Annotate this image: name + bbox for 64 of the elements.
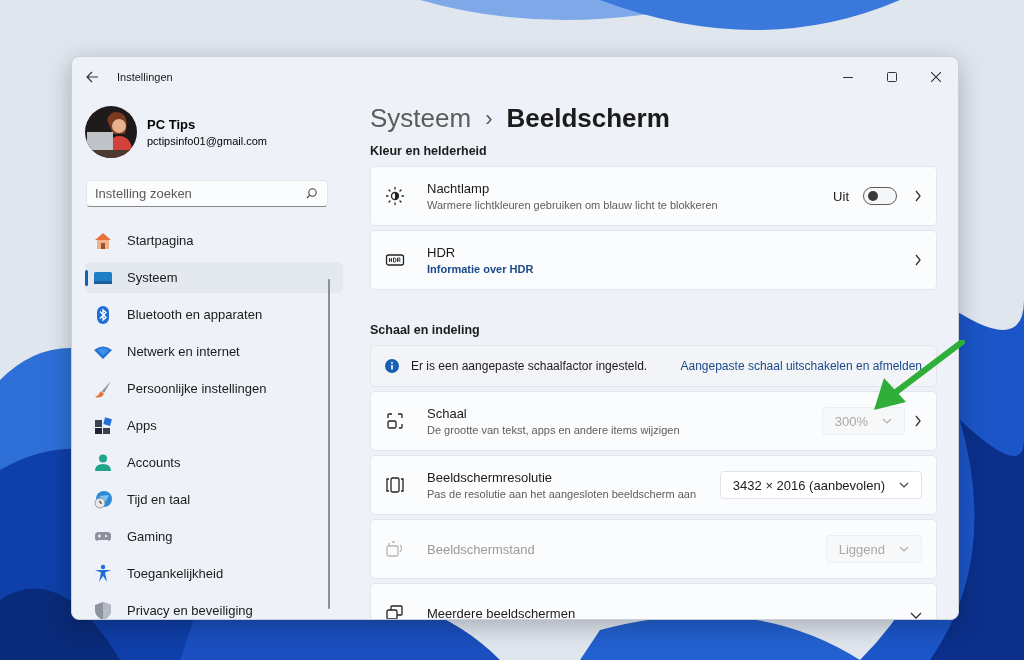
- home-icon: [93, 230, 113, 251]
- account-email: pctipsinfo01@gmail.com: [147, 134, 267, 147]
- info-icon: [385, 359, 399, 373]
- sidebar-item[interactable]: Gaming: [85, 521, 343, 552]
- section-heading: Schaal en indeling: [370, 323, 481, 337]
- person-icon: [93, 452, 113, 473]
- rotate-screen-icon: [385, 539, 405, 559]
- setting-title: Meerdere beeldschermen: [427, 605, 577, 619]
- resolution-icon: [385, 475, 405, 495]
- info-text: Er is een aangepaste schaalfactor ingesteld.: [411, 359, 648, 373]
- breadcrumb-separator: ›: [485, 105, 493, 132]
- setting-card[interactable]: Nachtlamp Warmere lichtkleuren gebruiken om blauw licht te blokkeren Uit: [370, 166, 937, 226]
- sidebar-item[interactable]: Toegankelijkheid: [85, 558, 343, 589]
- sidebar-item[interactable]: Systeem: [85, 262, 343, 293]
- setting-description: De grootte van tekst, apps en andere items wijzigen: [427, 424, 681, 436]
- accessibility-icon: [93, 563, 113, 584]
- setting-description: Pas de resolutie aan het aangesloten beeldscherm aan: [427, 488, 698, 500]
- toggle-state: Uit: [833, 188, 849, 204]
- setting-card[interactable]: Meerdere beeldschermen: [370, 583, 937, 619]
- chevron-right-icon[interactable]: [915, 415, 922, 427]
- chevron-down-icon: [899, 482, 909, 488]
- setting-description: Warmere lichtkleuren gebruiken om blauw licht te blokkeren: [427, 199, 719, 211]
- setting-title: Beeldschermstand: [427, 541, 536, 557]
- setting-card[interactable]: HDR Informatie over HDR: [370, 230, 937, 290]
- sidebar-item[interactable]: Accounts: [85, 447, 343, 478]
- setting-card[interactable]: Beeldschermresolutie Pas de resolutie aan het aangesloten beeldscherm aan 3432 × 2016 (aanbevolen): [370, 455, 937, 515]
- shield-icon: [93, 600, 113, 619]
- search-input[interactable]: Instelling zoeken: [95, 181, 295, 206]
- sidebar-item[interactable]: Bluetooth en apparaten: [85, 299, 343, 330]
- search-icon: [306, 188, 317, 199]
- breadcrumb-link[interactable]: Systeem: [370, 103, 472, 134]
- sidebar-item[interactable]: Persoonlijke instellingen: [85, 373, 343, 404]
- avatar: [85, 105, 137, 158]
- dropdown[interactable]: 3432 × 2016 (aanbevolen): [719, 471, 922, 499]
- link[interactable]: Informatie over HDR: [427, 263, 905, 275]
- search-field[interactable]: Instelling zoeken: [86, 180, 328, 207]
- apps-icon: [93, 415, 113, 436]
- setting-title: HDR: [427, 245, 457, 260]
- screens-icon: [385, 603, 405, 619]
- chevron-down-icon: [882, 418, 892, 424]
- setting-title: Schaal: [427, 406, 468, 421]
- chevron-down-icon[interactable]: [910, 611, 922, 619]
- sidebar-item[interactable]: Netwerk en internet: [85, 336, 343, 367]
- scale-icon: [385, 411, 405, 431]
- maximize-icon[interactable]: [887, 72, 897, 82]
- page-title: Beeldscherm: [506, 103, 670, 134]
- setting-title: Beeldschermresolutie: [427, 470, 553, 485]
- back-arrow-icon[interactable]: [86, 71, 99, 83]
- globe-clock-icon: [93, 489, 113, 510]
- close-icon[interactable]: [931, 72, 941, 82]
- sidebar-item[interactable]: Startpagina: [85, 225, 343, 256]
- sidebar-item[interactable]: Apps: [85, 410, 343, 441]
- chevron-right-icon[interactable]: [915, 254, 922, 266]
- chevron-down-icon: [899, 546, 909, 552]
- window-title: Instellingen: [117, 71, 173, 83]
- chevron-right-icon[interactable]: [915, 190, 922, 202]
- account-name: PC Tips: [147, 116, 197, 132]
- setting-title: Nachtlamp: [427, 181, 491, 196]
- link[interactable]: Aangepaste schaal uitschakelen en afmelden: [680, 359, 922, 373]
- toggle-switch[interactable]: [863, 187, 897, 205]
- sidebar-item[interactable]: Privacy en beveiliging: [85, 595, 343, 619]
- sidebar-item[interactable]: Tijd en taal: [85, 484, 343, 515]
- sun-icon: [385, 186, 405, 206]
- section-heading: Kleur en helderheid: [370, 144, 488, 158]
